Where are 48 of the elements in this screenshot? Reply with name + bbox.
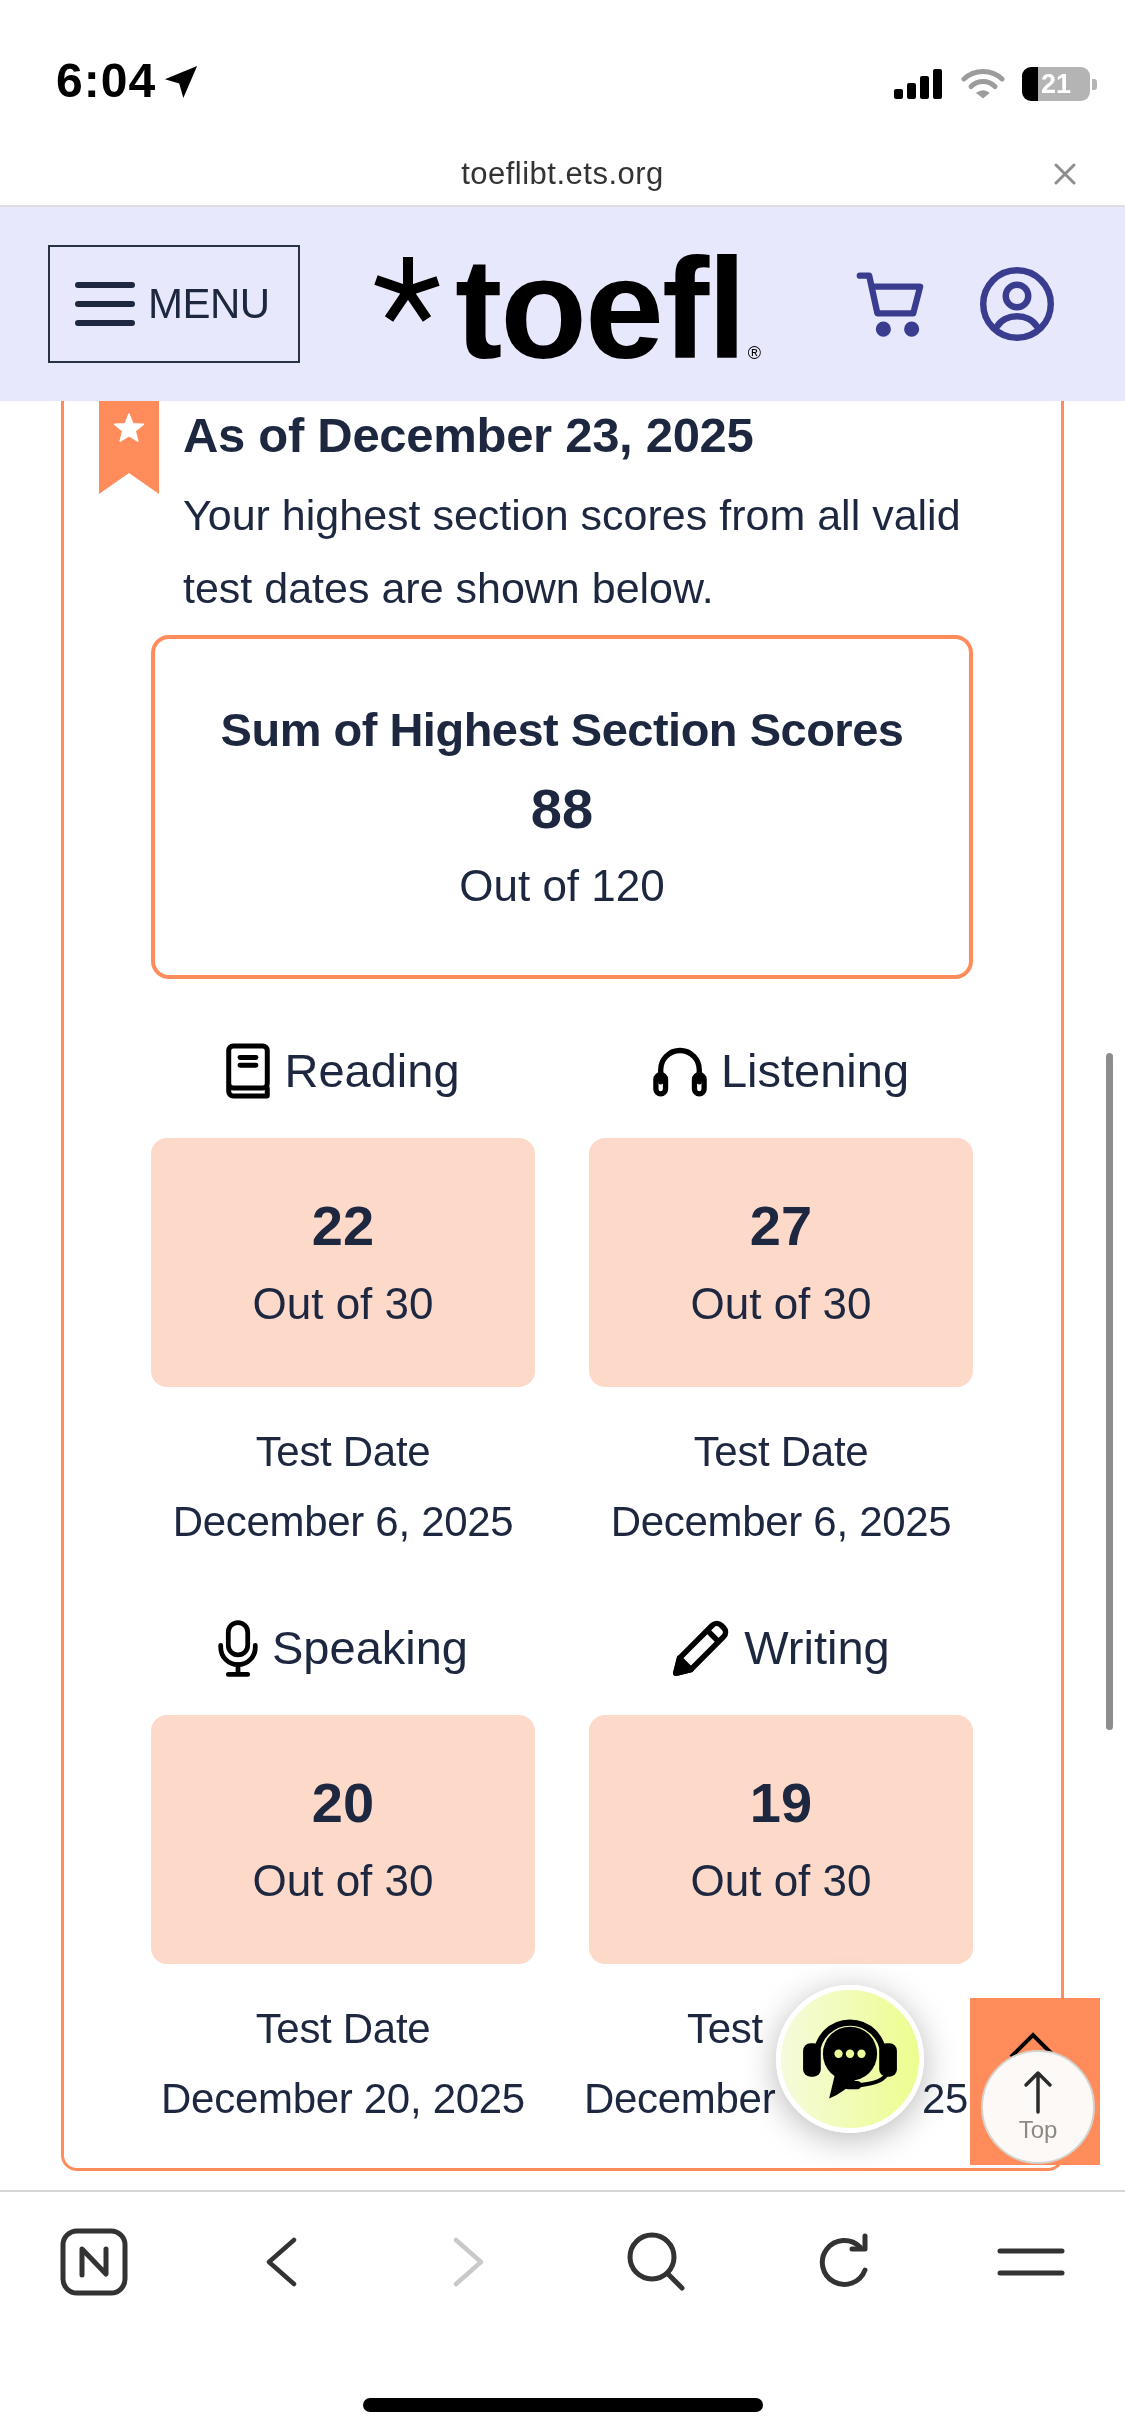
total-score-value: 88: [530, 776, 594, 842]
out-of-text: Out of 30: [690, 1854, 872, 1907]
section-title: Speaking: [272, 1620, 468, 1676]
profile-icon[interactable]: [980, 267, 1054, 341]
status-time: 6:04: [56, 55, 157, 107]
test-date-label: Test Date: [255, 1427, 431, 1477]
section-score: 20: [311, 1769, 375, 1836]
test-date-text: 25: [921, 2074, 968, 2124]
test-date-label: Test Date: [693, 1427, 869, 1477]
n-square-icon[interactable]: [59, 2228, 128, 2296]
total-score-label: Sum of Highest Section Scores: [220, 702, 904, 758]
total-out-of-text: Out of 120: [459, 860, 665, 912]
section-title: Reading: [284, 1043, 460, 1099]
microphone-icon: [218, 1619, 258, 1677]
section-title: Listening: [720, 1043, 910, 1099]
registered-mark: ®: [747, 344, 761, 362]
section-score: 27: [749, 1192, 813, 1259]
bookmark-star-icon: [99, 401, 159, 494]
out-of-text: Out of 30: [252, 1277, 434, 1330]
url-text[interactable]: toeflibt.ets.org: [461, 154, 664, 194]
description-text: Your highest section scores from all valid test dates are shown below.: [183, 490, 962, 614]
location-arrow-icon: [164, 65, 199, 99]
battery-indicator: 21: [1022, 67, 1097, 101]
out-of-text: Out of 30: [690, 1277, 872, 1330]
signal-icon: [894, 69, 944, 99]
book-icon: [226, 1043, 271, 1099]
out-of-text: Out of 30: [252, 1854, 434, 1907]
test-date-text: December 6, 2025: [172, 1497, 514, 1547]
chevron-left-icon[interactable]: [265, 2237, 297, 2287]
section-score: 22: [311, 1192, 375, 1259]
search-icon[interactable]: [626, 2231, 687, 2293]
scores-date-title: As of December 23, 2025: [183, 407, 755, 464]
hamburger-icon: [75, 281, 135, 327]
test-date-text: December: [584, 2074, 776, 2124]
section-score: 19: [749, 1769, 813, 1836]
pencil-icon: [672, 1619, 731, 1677]
test-date-text: December 20, 2025: [161, 2074, 525, 2124]
menu-button[interactable]: MENU: [48, 245, 300, 363]
close-icon[interactable]: [1054, 163, 1076, 185]
menu-icon[interactable]: [997, 2247, 1066, 2277]
section-title: Writing: [744, 1620, 890, 1676]
arrow-up-icon: [1023, 2070, 1053, 2114]
headphones-icon: [652, 1045, 707, 1097]
test-date-text: December 6, 2025: [610, 1497, 952, 1547]
test-date-label: Test Date: [255, 2004, 431, 2054]
wifi-icon: [961, 68, 1005, 100]
logo-text[interactable]: toefl: [455, 239, 745, 379]
test-date-label: Test: [687, 2004, 763, 2054]
